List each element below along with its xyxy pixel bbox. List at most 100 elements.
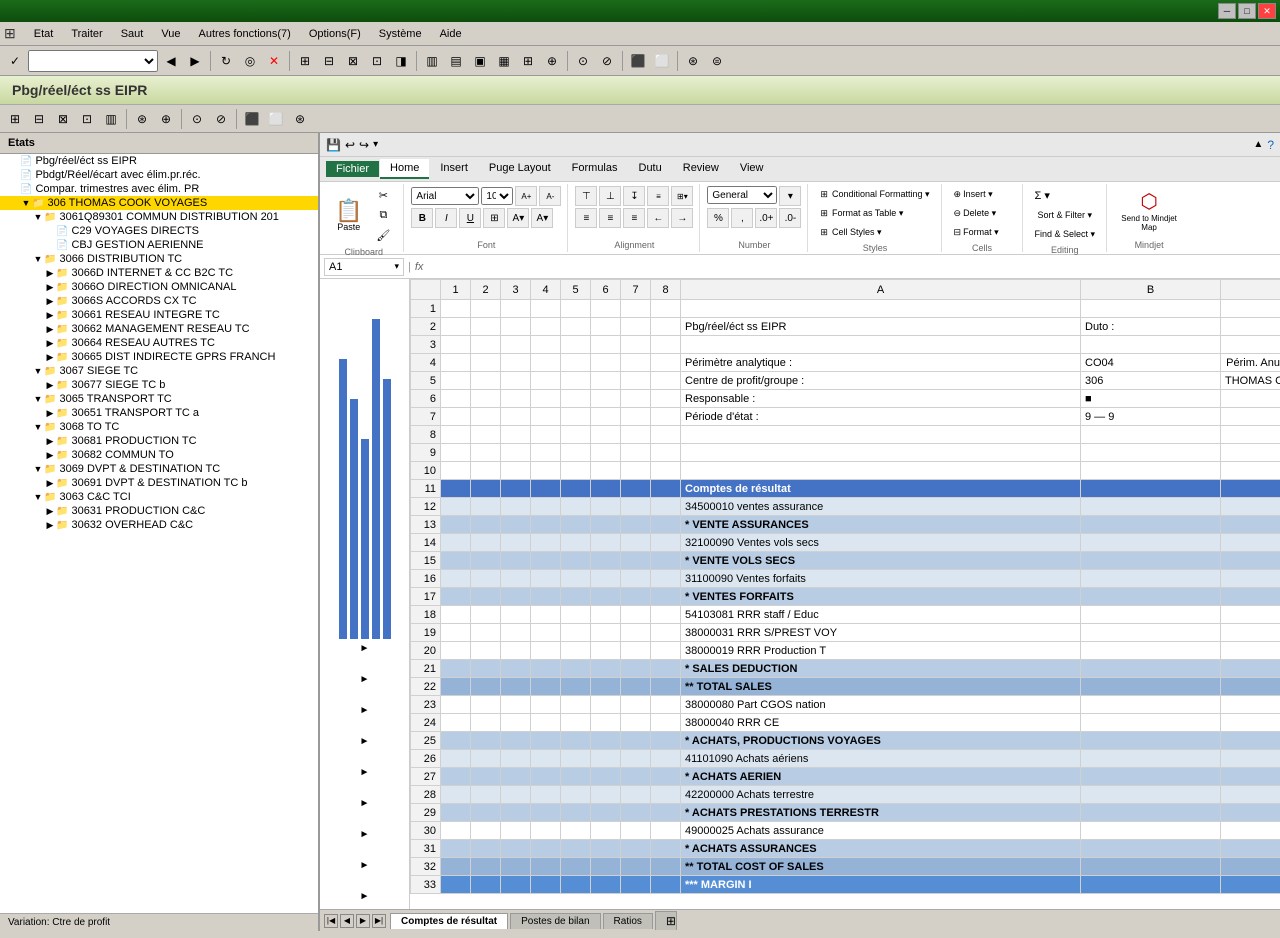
table-cell[interactable] <box>561 318 591 336</box>
table-cell[interactable] <box>471 318 501 336</box>
table-cell[interactable] <box>531 390 561 408</box>
table-cell[interactable] <box>441 390 471 408</box>
table-cell[interactable] <box>501 660 531 678</box>
tab-first-btn[interactable]: |◀ <box>324 914 338 928</box>
table-cell[interactable] <box>1081 732 1221 750</box>
table-cell[interactable] <box>621 678 651 696</box>
table-cell[interactable] <box>501 354 531 372</box>
table-cell[interactable] <box>1081 336 1221 354</box>
table-cell[interactable] <box>441 480 471 498</box>
table-cell[interactable] <box>591 840 621 858</box>
table-cell[interactable] <box>531 786 561 804</box>
table-cell[interactable] <box>1221 750 1280 768</box>
table-cell[interactable] <box>531 372 561 390</box>
tab-last-btn[interactable]: ▶| <box>372 914 386 928</box>
toolbar-back[interactable]: ◀ <box>160 50 182 72</box>
tab-next-btn[interactable]: ▶ <box>356 914 370 928</box>
table-cell[interactable] <box>501 336 531 354</box>
table-cell[interactable] <box>501 480 531 498</box>
table-cell[interactable] <box>531 624 561 642</box>
menu-traiter[interactable]: Traiter <box>63 26 110 42</box>
table-cell[interactable] <box>1221 732 1280 750</box>
table-cell[interactable] <box>1221 606 1280 624</box>
wrap-text-button[interactable]: ≡ <box>647 186 669 206</box>
table-cell[interactable] <box>441 624 471 642</box>
cell-styles-button[interactable]: ⊞ Cell Styles ▾ <box>815 224 934 241</box>
table-cell[interactable] <box>471 768 501 786</box>
table-cell[interactable] <box>561 570 591 588</box>
toolbar-btn-14[interactable]: ⊘ <box>596 50 618 72</box>
table-cell[interactable] <box>471 876 501 894</box>
toolbar-btn-3[interactable]: ⊟ <box>318 50 340 72</box>
tree-item-3069[interactable]: ▼ 📁 3069 DVPT & DESTINATION TC <box>0 462 318 476</box>
table-cell[interactable]: 32100090 Ventes vols secs <box>681 534 1081 552</box>
table-cell[interactable] <box>561 768 591 786</box>
table-cell[interactable] <box>531 732 561 750</box>
table-cell[interactable] <box>471 840 501 858</box>
sum-button[interactable]: Σ ▾ <box>1030 186 1101 205</box>
font-name-select[interactable]: Arial <box>411 187 479 205</box>
cell-reference-box[interactable]: A1 ▾ <box>324 258 404 276</box>
table-cell[interactable] <box>501 732 531 750</box>
paste-button[interactable]: 📋 Paste <box>330 197 367 235</box>
table-cell[interactable] <box>501 552 531 570</box>
table-cell[interactable]: 38000080 Part CGOS nation <box>681 696 1081 714</box>
tb2-btn10[interactable]: ⬛ <box>241 108 263 130</box>
table-cell[interactable] <box>471 570 501 588</box>
table-cell[interactable] <box>621 354 651 372</box>
table-cell[interactable] <box>531 660 561 678</box>
spreadsheet-container[interactable]: 1 2 3 4 5 6 7 8 A B C D E <box>410 279 1280 909</box>
decrease-indent-button[interactable]: ← <box>647 208 669 228</box>
table-cell[interactable] <box>1081 678 1221 696</box>
table-cell[interactable] <box>681 426 1081 444</box>
sort-filter-button[interactable]: Sort & Filter ▾ <box>1030 207 1101 224</box>
table-cell[interactable] <box>561 786 591 804</box>
table-cell[interactable] <box>531 822 561 840</box>
table-cell[interactable] <box>501 714 531 732</box>
tb2-btn2[interactable]: ⊟ <box>28 108 50 130</box>
table-cell[interactable] <box>591 372 621 390</box>
col-header-f[interactable]: 6 <box>591 280 621 300</box>
menu-options[interactable]: Options(F) <box>301 26 369 42</box>
table-cell[interactable]: * VENTE ASSURANCES <box>681 516 1081 534</box>
number-format-select[interactable]: General <box>707 186 777 204</box>
table-cell[interactable] <box>441 678 471 696</box>
find-select-button[interactable]: Find & Select ▾ <box>1030 226 1101 243</box>
italic-button[interactable]: I <box>435 208 457 228</box>
table-cell[interactable] <box>621 660 651 678</box>
table-cell[interactable] <box>1221 426 1280 444</box>
col-header-b[interactable]: 2 <box>471 280 501 300</box>
table-cell[interactable] <box>591 552 621 570</box>
table-cell[interactable] <box>471 444 501 462</box>
table-cell[interactable] <box>531 804 561 822</box>
table-cell[interactable]: *** MARGIN I <box>681 876 1081 894</box>
format-painter-button[interactable]: 🖌 <box>369 226 397 245</box>
table-cell[interactable]: 38000031 RRR S/PREST VOY <box>681 624 1081 642</box>
tab-data[interactable]: Dutu <box>629 159 672 179</box>
table-cell[interactable] <box>591 408 621 426</box>
sheet-tab-ratios[interactable]: Ratios <box>603 913 653 929</box>
table-cell[interactable] <box>531 300 561 318</box>
table-cell[interactable] <box>621 642 651 660</box>
table-cell[interactable]: * SALES DEDUCTION <box>681 660 1081 678</box>
table-cell[interactable] <box>651 408 681 426</box>
toolbar-forward[interactable]: ▶ <box>184 50 206 72</box>
table-cell[interactable] <box>501 516 531 534</box>
toolbar-btn-r[interactable]: ◎ <box>239 50 261 72</box>
table-cell[interactable] <box>1081 300 1221 318</box>
table-cell[interactable] <box>441 858 471 876</box>
table-cell[interactable] <box>621 336 651 354</box>
table-cell[interactable] <box>471 354 501 372</box>
table-cell[interactable] <box>561 642 591 660</box>
table-cell[interactable] <box>1221 696 1280 714</box>
table-cell[interactable] <box>621 822 651 840</box>
table-cell[interactable] <box>561 840 591 858</box>
table-cell[interactable]: Pbg/réel/éct ss EIPR <box>681 318 1081 336</box>
table-cell[interactable] <box>501 768 531 786</box>
tree-item-30677[interactable]: ▶ 📁 30677 SIEGE TC b <box>0 378 318 392</box>
table-cell[interactable]: CO04 <box>1081 354 1221 372</box>
table-cell[interactable] <box>651 786 681 804</box>
table-cell[interactable] <box>651 822 681 840</box>
table-cell[interactable]: 42200000 Achats terrestre <box>681 786 1081 804</box>
table-cell[interactable] <box>651 336 681 354</box>
